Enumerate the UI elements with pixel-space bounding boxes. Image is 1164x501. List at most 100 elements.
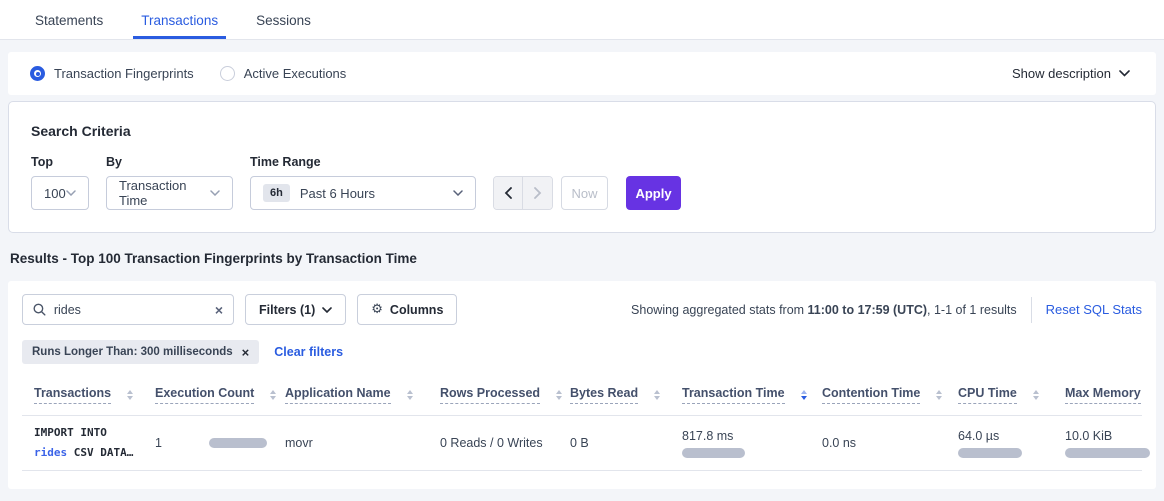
sort-icon-active-desc[interactable]: [801, 390, 807, 401]
reset-sql-stats-link[interactable]: Reset SQL Stats: [1046, 302, 1142, 317]
filter-chip-row: Runs Longer Than: 300 milliseconds × Cle…: [22, 340, 1142, 364]
page-body: Transaction Fingerprints Active Executio…: [0, 40, 1164, 489]
tab-statements[interactable]: Statements: [27, 13, 111, 39]
view-toggle-card: Transaction Fingerprints Active Executio…: [8, 52, 1156, 95]
table-row[interactable]: IMPORT INTO rides CSV DATA… 1 movr 0 Rea…: [22, 416, 1142, 471]
stats-range: 11:00 to 17:59 (UTC): [808, 303, 927, 317]
vertical-divider: [1031, 297, 1032, 323]
sort-icon[interactable]: [556, 390, 562, 401]
max-memory-cell: 10.0 KiB: [1065, 429, 1156, 458]
column-header-contention-time[interactable]: Contention Time: [822, 386, 958, 404]
top-select-value: 100: [44, 186, 66, 201]
column-header-cpu-time[interactable]: CPU Time: [958, 386, 1065, 404]
top-group: Top 100: [31, 155, 89, 210]
by-select-value: Transaction Time: [119, 178, 210, 208]
tab-sessions[interactable]: Sessions: [248, 13, 319, 39]
filter-chip-label: Runs Longer Than: 300 milliseconds: [32, 346, 233, 358]
column-header-max-memory[interactable]: Max Memory: [1065, 386, 1156, 404]
column-label: Max Memory: [1065, 386, 1141, 404]
search-input[interactable]: [54, 303, 215, 317]
by-group: By Transaction Time: [106, 155, 233, 210]
column-header-bytes-read[interactable]: Bytes Read: [570, 386, 682, 404]
rows-processed-cell: 0 Reads / 0 Writes: [440, 436, 570, 450]
columns-button[interactable]: ⚙ Columns: [357, 294, 457, 325]
transaction-link[interactable]: rides: [34, 446, 67, 459]
aggregated-stats-text: Showing aggregated stats from 11:00 to 1…: [631, 303, 1017, 317]
time-range-group: Time Range 6h Past 6 Hours: [250, 155, 476, 210]
contention-time-cell: 0.0 ns: [822, 436, 958, 450]
column-label: Transaction Time: [682, 386, 785, 404]
radio-active-executions[interactable]: Active Executions: [220, 66, 347, 81]
column-label: CPU Time: [958, 386, 1017, 404]
chevron-down-icon: [210, 190, 220, 196]
column-label: Rows Processed: [440, 386, 540, 404]
chevron-down-icon: [1119, 70, 1130, 77]
remove-filter-icon[interactable]: ×: [242, 346, 250, 359]
search-box[interactable]: ×: [22, 294, 234, 325]
column-label: Contention Time: [822, 386, 920, 404]
chevron-down-icon: [66, 190, 76, 196]
table-header: Transactions Execution Count Application…: [22, 386, 1142, 404]
now-button[interactable]: Now: [561, 176, 608, 210]
time-range-select[interactable]: 6h Past 6 Hours: [250, 176, 476, 210]
radio-unselected-icon[interactable]: [220, 66, 235, 81]
top-select[interactable]: 100: [31, 176, 89, 210]
results-controls: × Filters (1) ⚙ Columns Showing aggregat…: [22, 294, 1142, 325]
sql-line2: rides CSV DATA…: [34, 443, 155, 463]
column-header-rows-processed[interactable]: Rows Processed: [440, 386, 570, 404]
rows-processed-value: 0 Reads / 0 Writes: [440, 436, 543, 450]
search-criteria-title: Search Criteria: [31, 123, 1133, 139]
contention-time-value: 0.0 ns: [822, 436, 856, 450]
column-label: Bytes Read: [570, 386, 638, 404]
results-card: × Filters (1) ⚙ Columns Showing aggregat…: [8, 281, 1156, 489]
search-criteria-card: Search Criteria Top 100 By Transaction T…: [8, 101, 1156, 233]
column-header-execution-count[interactable]: Execution Count: [155, 386, 285, 404]
sql-line1: IMPORT INTO: [34, 423, 155, 443]
stats-suffix: , 1-1 of 1 results: [927, 303, 1017, 317]
tab-transactions[interactable]: Transactions: [133, 13, 226, 39]
radio-transaction-fingerprints[interactable]: Transaction Fingerprints: [30, 66, 194, 81]
column-header-application-name[interactable]: Application Name: [285, 386, 440, 404]
bytes-read-value: 0 B: [570, 436, 589, 450]
sort-icon[interactable]: [127, 390, 133, 401]
sort-icon[interactable]: [270, 390, 276, 401]
next-time-window-button[interactable]: [523, 177, 552, 209]
column-header-transaction-time[interactable]: Transaction Time: [682, 386, 822, 404]
clear-search-icon[interactable]: ×: [215, 303, 223, 317]
bytes-read-cell: 0 B: [570, 436, 682, 450]
sort-icon[interactable]: [654, 390, 660, 401]
execution-count-cell: 1: [155, 436, 285, 450]
chevron-left-icon: [504, 187, 512, 199]
column-label: Execution Count: [155, 386, 254, 404]
column-header-transactions[interactable]: Transactions: [34, 386, 155, 404]
sort-icon[interactable]: [936, 390, 942, 401]
filters-label: Filters (1): [259, 303, 315, 317]
clear-filters-link[interactable]: Clear filters: [274, 345, 343, 359]
criteria-controls: Top 100 By Transaction Time Time Range 6…: [31, 155, 1133, 210]
by-select[interactable]: Transaction Time: [106, 176, 233, 210]
radio-selected-icon[interactable]: [30, 66, 45, 81]
column-label: Transactions: [34, 386, 111, 404]
chevron-down-icon: [453, 190, 463, 196]
filter-chip: Runs Longer Than: 300 milliseconds ×: [22, 340, 259, 364]
previous-time-window-button[interactable]: [494, 177, 523, 209]
filters-button[interactable]: Filters (1): [245, 294, 346, 325]
transaction-fingerprint-cell[interactable]: IMPORT INTO rides CSV DATA…: [34, 423, 155, 464]
by-label: By: [106, 155, 233, 169]
apply-button[interactable]: Apply: [626, 176, 681, 210]
sql-rest: CSV DATA…: [67, 446, 133, 459]
cpu-time-cell: 64.0 µs: [958, 429, 1065, 458]
cpu-time-bar: [958, 448, 1022, 458]
time-range-badge: 6h: [263, 184, 290, 202]
page-tabbar: Statements Transactions Sessions: [0, 0, 1164, 40]
sort-icon[interactable]: [407, 390, 413, 401]
stats-prefix: Showing aggregated stats from: [631, 303, 808, 317]
transaction-time-cell: 817.8 ms: [682, 429, 822, 458]
chevron-right-icon: [534, 187, 542, 199]
time-range-label: Time Range: [250, 155, 476, 169]
show-description-toggle[interactable]: Show description: [1012, 66, 1130, 81]
execution-count-value: 1: [155, 436, 162, 450]
show-description-label: Show description: [1012, 66, 1111, 81]
sort-icon[interactable]: [1033, 390, 1039, 401]
top-label: Top: [31, 155, 89, 169]
